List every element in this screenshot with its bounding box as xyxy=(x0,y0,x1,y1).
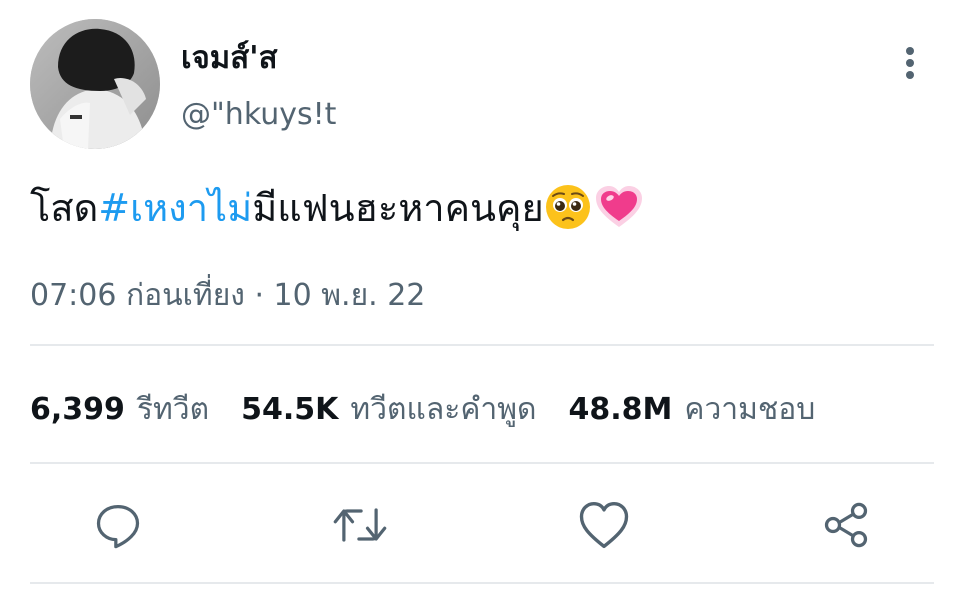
divider xyxy=(30,462,934,464)
likes-count[interactable]: 48.8M xyxy=(569,388,673,432)
retweets-count[interactable]: 6,399 xyxy=(30,388,125,432)
sparkling-heart-emoji xyxy=(595,185,642,227)
author-display-name[interactable]: เจมส์'ส xyxy=(181,38,278,78)
engagement-stats: 6,399 รีทวีต 54.5K ทวีตและคำพูด 48.8M คว… xyxy=(30,388,847,432)
share-icon xyxy=(824,502,868,548)
more-vertical-icon xyxy=(906,47,914,79)
retweet-icon xyxy=(333,508,387,542)
share-button[interactable] xyxy=(816,495,876,555)
divider xyxy=(30,582,934,584)
tweet-text-end: มีแฟนฮะหาคนคุย xyxy=(252,186,544,230)
tweet-text-start: โสด xyxy=(30,186,99,230)
avatar[interactable] xyxy=(30,19,160,149)
reply-button[interactable] xyxy=(88,495,148,555)
retweets-label[interactable]: รีทวีต xyxy=(137,388,209,432)
like-icon xyxy=(579,501,629,549)
quotes-label[interactable]: ทวีตและคำพูด xyxy=(350,388,536,432)
author-handle[interactable]: @"hkuys!t xyxy=(181,95,336,135)
tweet-text: โสด#เหงาไม่มีแฟนฮะหาคนคุย xyxy=(30,178,646,238)
reply-icon xyxy=(96,504,140,549)
quotes-count[interactable]: 54.5K xyxy=(241,388,338,432)
likes-label[interactable]: ความชอบ xyxy=(684,388,815,432)
pleading-face-emoji xyxy=(545,184,590,229)
more-options-button[interactable] xyxy=(890,40,930,86)
tweet-timestamp[interactable]: 07:06 ก่อนเที่ยง · 10 พ.ย. 22 xyxy=(30,276,425,316)
like-button[interactable] xyxy=(574,495,634,555)
divider xyxy=(30,344,934,346)
retweet-button[interactable] xyxy=(330,495,390,555)
hashtag-link[interactable]: #เหงาไม่ xyxy=(98,186,252,230)
